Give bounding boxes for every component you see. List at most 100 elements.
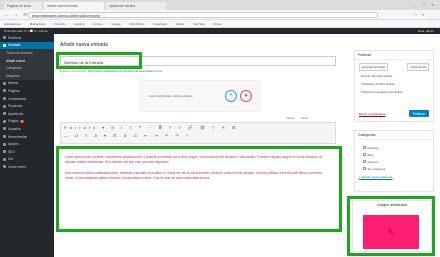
wp-admin-bar: ⊛ Mi sitio web ⟳ 1 💬 0 + Nuevo Hola, adm… (0, 28, 440, 34)
pin-icon (3, 43, 6, 47)
permalink-edit-button[interactable]: Editar (154, 69, 162, 73)
sidebar-item-posts[interactable]: Entradas (0, 41, 54, 50)
sidebar-item-settings[interactable]: Ajustes (0, 140, 54, 148)
collapse-icon (3, 165, 6, 169)
category-item[interactable]: Noticias (355, 144, 433, 151)
bookmark[interactable]: Google (111, 22, 121, 26)
checkbox[interactable] (363, 167, 366, 170)
sidebar-item-projects[interactable]: Proyectos (0, 102, 54, 110)
featured-image-box: Imagen destacada ✎ (352, 200, 432, 252)
publish-button[interactable]: Publicar (408, 110, 429, 117)
url-input[interactable]: www.misitioweb.com/wp-admin/post-new.php (28, 12, 378, 18)
schedule-row[interactable]: Publicar inmediatamente Editar (355, 88, 433, 96)
sidebar-collapse-menu[interactable]: Cerrar menú (0, 163, 54, 171)
featured-image[interactable]: ✎ (363, 215, 419, 249)
admin-sidebar: Escritorio Entradas Todas las entradas A… (0, 34, 54, 257)
pencil-icon: ✎ (387, 226, 395, 237)
publish-box: Publicar Guardar borrador Vista previa E… (354, 50, 434, 122)
bookmark[interactable]: Facebook (153, 22, 166, 26)
checkbox[interactable] (363, 146, 366, 149)
sidebar-subitem-tags[interactable]: Etiquetas (0, 71, 54, 80)
add-category-link[interactable]: + Añadir nueva categoría (355, 172, 433, 182)
bookmark[interactable]: YouTube (193, 22, 205, 26)
category-item[interactable]: Blog (355, 151, 433, 158)
extension-icons[interactable]: ☆ ◐ ⋮ (414, 12, 436, 17)
bookmark[interactable]: Aplicaciones (4, 22, 21, 26)
sidebar-item-dashboard[interactable]: Escritorio (0, 34, 54, 42)
category-item[interactable]: Sin categoría (355, 165, 433, 172)
post-title-input[interactable]: Nombre de la Entrada (60, 56, 336, 66)
user-icon (3, 127, 6, 131)
comment-icon (3, 97, 6, 101)
toolbar-row-2[interactable]: — U ≡ A ▾ ⊡ ⊘ Ω ⇤ ⇥ ↶ ↷ ? (64, 133, 332, 141)
page-icon (3, 89, 6, 93)
sidebar-item-divi[interactable]: Divi (0, 156, 54, 164)
add-media-button[interactable]: + (225, 90, 237, 102)
checkbox[interactable] (363, 153, 366, 156)
bookmark[interactable]: Dominio (54, 22, 65, 26)
portfolio-icon (3, 104, 6, 108)
plus-icon: + (229, 93, 233, 99)
sidebar-subitem-all-posts[interactable]: Todas las entradas (0, 49, 54, 57)
sidebar-item-seo[interactable]: SEO (0, 148, 54, 156)
bookmark[interactable]: Marcadores (30, 22, 46, 26)
save-draft-button[interactable]: Guardar borrador (359, 63, 389, 71)
status-row[interactable]: Estado: Borrador Editar (355, 72, 433, 80)
sidebar-item-plugins[interactable]: Plugins 3 (0, 118, 54, 126)
divi-icon: ● (244, 93, 248, 99)
tab-visual[interactable]: Visual (286, 116, 294, 120)
builder-chooser-label: Usar Divi Builder o Editor clásico (149, 94, 193, 98)
preview-button[interactable]: Vista previa (407, 63, 429, 71)
editor-tabs: Visual Texto (280, 116, 308, 120)
page-title: Añadir nueva entrada (60, 42, 108, 48)
sidebar-item-media[interactable]: Medios (0, 80, 54, 88)
address-bar: ← → ⟳ www.misitioweb.com/wp-admin/post-n… (0, 10, 440, 20)
bookmark[interactable]: Twitter (175, 22, 184, 26)
tab-text[interactable]: Texto (301, 116, 308, 120)
admin-bar-account[interactable]: Hola, admin (418, 29, 434, 33)
settings-icon (3, 142, 6, 146)
browser-tab-active[interactable]: Añadir nueva entrada (44, 2, 104, 10)
browser-tab[interactable]: Paginas de inicio (4, 2, 42, 10)
admin-bar-left[interactable]: ⊛ Mi sitio web ⟳ 1 💬 0 + Nuevo (4, 29, 48, 33)
bookmark[interactable]: Correo (93, 22, 102, 26)
permalink-label: Enlace permanente: (60, 69, 87, 73)
window-controls[interactable]: – □ × (413, 2, 437, 7)
bookmarks-bar: Aplicaciones Marcadores Dominio Hosting … (0, 20, 440, 28)
sidebar-item-pages[interactable]: Páginas (0, 87, 54, 95)
wrench-icon (3, 135, 6, 139)
publish-box-title: Publicar (355, 51, 433, 60)
plugin-icon (3, 119, 6, 123)
visibility-row[interactable]: Visibilidad: Público Editar (355, 80, 433, 88)
category-item[interactable]: Eventos (355, 158, 433, 165)
browser-tab[interactable]: Ajustes de medios (106, 2, 166, 10)
post-content-editor[interactable]: Lorem ipsum dolor sit amet, consectetur … (60, 150, 336, 228)
builder-button[interactable]: ● (240, 90, 252, 102)
featured-image-title: Imagen destacada (377, 203, 407, 207)
editor-toolbar: Párrafo ▾ B I ≡ ❝ ⁘ ≣ ≡ ≡ 🔗 ⛓ ≡ ✕ ⊞ — U … (60, 122, 336, 144)
checkbox[interactable] (363, 160, 366, 163)
sidebar-item-appearance[interactable]: Apariencia (0, 110, 54, 118)
browser-tabbar: Paginas de inicio Añadir nueva entrada A… (0, 0, 440, 10)
content-paragraph: Lorem ipsum dolor sit amet, consectetur … (65, 155, 322, 164)
bookmark[interactable]: WordPress (130, 22, 145, 26)
sidebar-item-users[interactable]: Usuarios (0, 125, 54, 133)
sidebar-item-comments[interactable]: Comentarios (0, 95, 54, 103)
sidebar-subitem-categories[interactable]: Categorías (0, 64, 54, 72)
categories-box-title: Categorías (355, 131, 433, 140)
move-to-trash-link[interactable]: Mover a la papelera (359, 112, 386, 116)
sidebar-item-tools[interactable]: Herramientas (0, 133, 54, 141)
update-count-badge: 3 (20, 119, 24, 123)
bookmark[interactable]: Hosting (74, 22, 84, 26)
sidebar-subitem-add-new[interactable]: Añadir nueva (0, 56, 54, 65)
bookmark[interactable]: Otros (214, 22, 221, 26)
builder-chooser: Usar Divi Builder o Editor clásico + ● (140, 80, 260, 112)
publish-actions: Guardar borrador Vista previa (355, 60, 433, 72)
categories-box: Categorías Noticias Blog Eventos Sin cat… (354, 130, 434, 192)
nav-buttons[interactable]: ← → ⟳ (4, 12, 29, 18)
toolbar-row-1[interactable]: Párrafo ▾ B I ≡ ❝ ⁘ ≣ ≡ ≡ 🔗 ⛓ ≡ ✕ ⊞ (64, 125, 332, 133)
brush-icon (3, 112, 6, 116)
permalink-url[interactable]: http://www.misitioweb.com/nombre-de-la-e… (88, 69, 154, 73)
media-icon (3, 81, 6, 85)
content-paragraph: Duis euismod lectus malesuada tortor, in… (65, 171, 322, 180)
